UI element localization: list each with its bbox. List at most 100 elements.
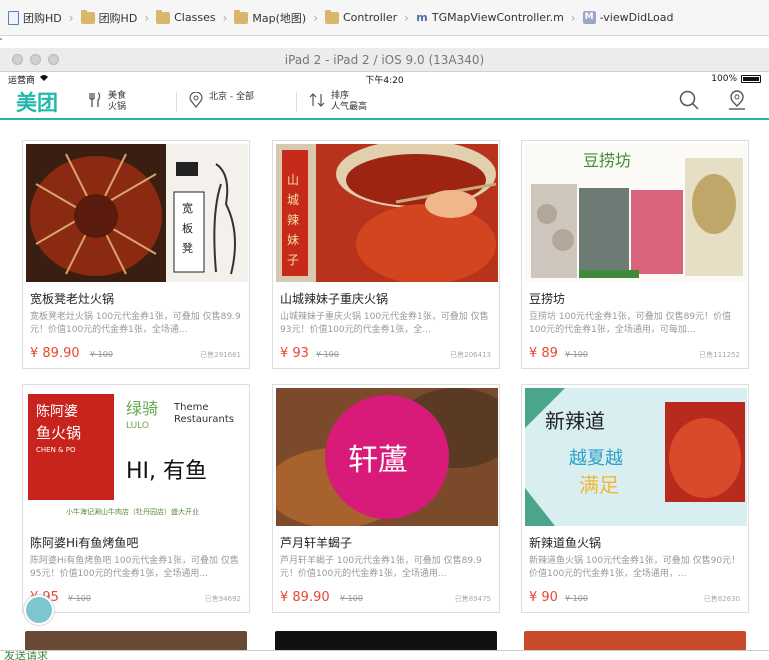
method-icon: M bbox=[582, 11, 596, 24]
svg-text:宽: 宽 bbox=[182, 201, 193, 215]
deal-image: 轩蘆 bbox=[276, 388, 498, 526]
deal-price: ¥ 89 bbox=[529, 346, 558, 361]
svg-text:子: 子 bbox=[287, 253, 299, 267]
deal-image: 陈阿婆 鱼火锅 CHEN & PO 绿骑 LULO Theme Restaura… bbox=[26, 388, 248, 526]
deal-card[interactable]: 豆捞坊 豆捞坊 豆捞坊 100元代金券1张，可叠加 仅售89元！价值100元的代… bbox=[521, 140, 749, 369]
deal-card[interactable]: 山 城 辣 妹 子 山城辣妹子重庆火锅 山城辣妹子重庆火锅 100元代金券1张，… bbox=[272, 140, 500, 369]
chevron-right-icon: › bbox=[144, 10, 150, 25]
deal-card-peek[interactable] bbox=[524, 631, 746, 651]
folder-icon bbox=[156, 9, 171, 24]
debug-console-line: 发送请求 bbox=[0, 650, 769, 660]
folder-icon bbox=[80, 9, 95, 24]
divider bbox=[176, 92, 178, 112]
deal-desc: 新辣道鱼火锅 100元代金券1张，可叠加 仅售90元！价值100元的代金券1张，… bbox=[529, 556, 741, 579]
deal-card-peek[interactable] bbox=[25, 631, 247, 651]
category-line2: 火锅 bbox=[108, 102, 127, 112]
breadcrumb-item[interactable]: m TGMapViewController.m bbox=[416, 11, 564, 25]
svg-text:凳: 凳 bbox=[182, 241, 193, 255]
breadcrumb-item[interactable]: M -viewDidLoad bbox=[582, 11, 674, 24]
app-logo: 美团 bbox=[16, 91, 58, 115]
deal-image: 豆捞坊 bbox=[525, 144, 747, 282]
deal-price: ¥ 89.90 bbox=[280, 590, 330, 605]
location-pin-icon bbox=[189, 91, 203, 112]
deal-orig-price: ¥ 100 bbox=[90, 350, 113, 359]
deal-name: 宽板凳老灶火锅 bbox=[30, 292, 115, 306]
svg-text:小牛海记涮山牛肉店（牡丹园店）盛大开业: 小牛海记涮山牛肉店（牡丹园店）盛大开业 bbox=[66, 507, 199, 516]
ios-status-bar: 运营商 下午4:20 100% bbox=[0, 72, 769, 86]
svg-text:绿骑: 绿骑 bbox=[126, 399, 158, 418]
svg-text:板: 板 bbox=[182, 221, 193, 235]
sort-line2: 人气最高 bbox=[331, 102, 368, 112]
deal-sold-count: 已售94692 bbox=[204, 595, 241, 603]
deal-price: ¥ 89.90 bbox=[30, 346, 80, 361]
deal-card[interactable]: 新辣道 越夏越 满足 新辣道鱼火锅 新辣道鱼火锅 100元代金券1张，可叠加 仅… bbox=[521, 384, 749, 613]
chevron-right-icon: › bbox=[313, 10, 318, 25]
console-text: 发送请求 bbox=[4, 650, 48, 660]
breadcrumb-item[interactable]: Controller bbox=[325, 9, 397, 24]
breadcrumb-item[interactable]: Classes bbox=[156, 9, 216, 24]
breadcrumb-item[interactable]: Map(地图) bbox=[234, 9, 306, 26]
svg-text:满足: 满足 bbox=[579, 473, 619, 497]
clock-label: 下午4:20 bbox=[365, 75, 404, 86]
deal-name: 芦月轩羊蝎子 bbox=[280, 536, 353, 550]
deal-desc: 山城辣妹子重庆火锅 100元代金券1张，可叠加 仅售93元！价值100元的代金券… bbox=[280, 312, 489, 335]
utensils-icon bbox=[88, 92, 102, 112]
chevron-right-icon: › bbox=[68, 10, 74, 25]
deal-card[interactable]: 轩蘆 芦月轩羊蝎子 芦月轩羊蝎子 100元代金券1张，可叠加 仅售89.9元！价… bbox=[272, 384, 500, 613]
deal-name: 豆捞坊 bbox=[529, 292, 566, 306]
svg-text:辣: 辣 bbox=[287, 213, 299, 227]
file-icon bbox=[8, 10, 19, 25]
deal-sold-count: 已售291661 bbox=[200, 351, 241, 359]
deal-sold-count: 已售206413 bbox=[450, 351, 491, 359]
deal-card[interactable]: 宽 板 凳 宽板凳老灶火锅 宽板凳老灶火锅 100元代金券1张，可叠加 仅售89… bbox=[22, 140, 250, 369]
region-line1: 北京 - 全部 bbox=[209, 91, 254, 102]
svg-text:城: 城 bbox=[287, 193, 299, 207]
m-file-icon: m bbox=[416, 10, 428, 24]
xcode-jump-bar: 团购HD › 团购HD › Classes › Map(地图) › Contro… bbox=[0, 0, 769, 36]
svg-text:LULO: LULO bbox=[126, 421, 149, 431]
svg-text:陈阿婆: 陈阿婆 bbox=[36, 403, 78, 420]
deal-card[interactable]: 陈阿婆 鱼火锅 CHEN & PO 绿骑 LULO Theme Restaura… bbox=[22, 384, 250, 613]
svg-text:鱼火锅: 鱼火锅 bbox=[36, 424, 81, 442]
svg-text:CHEN & PO: CHEN & PO bbox=[36, 446, 76, 454]
map-pin-icon[interactable] bbox=[727, 90, 747, 114]
chevron-right-icon: › bbox=[222, 10, 228, 25]
deal-price: ¥ 90 bbox=[529, 590, 558, 605]
deal-card-peek[interactable] bbox=[275, 631, 497, 651]
svg-text:豆捞坊: 豆捞坊 bbox=[583, 151, 631, 170]
deal-image: 宽 板 凳 bbox=[26, 144, 248, 282]
deal-sold-count: 已售111252 bbox=[699, 351, 740, 359]
category-filter[interactable]: 美食 火锅 bbox=[76, 86, 126, 118]
svg-text:山: 山 bbox=[287, 173, 299, 187]
breadcrumb-item[interactable]: 团购HD bbox=[8, 10, 62, 26]
nav-bar: 美团 美食 火锅 北京 - 全部 排序 人气最高 bbox=[0, 86, 769, 120]
deal-orig-price: ¥ 100 bbox=[565, 594, 588, 603]
deal-orig-price: ¥ 100 bbox=[68, 594, 91, 603]
deal-name: 新辣道鱼火锅 bbox=[529, 536, 602, 550]
chevron-right-icon: › bbox=[404, 10, 409, 25]
deal-image: 新辣道 越夏越 满足 bbox=[525, 388, 747, 526]
deal-image: 山 城 辣 妹 子 bbox=[276, 144, 498, 282]
search-icon[interactable] bbox=[679, 90, 699, 114]
svg-text:Restaurants: Restaurants bbox=[174, 414, 234, 425]
region-filter[interactable]: 北京 - 全部 bbox=[176, 86, 254, 118]
deal-name: 山城辣妹子重庆火锅 bbox=[280, 292, 389, 306]
svg-text:Theme: Theme bbox=[173, 402, 209, 413]
svg-text:越夏越: 越夏越 bbox=[569, 448, 623, 469]
svg-text:新辣道: 新辣道 bbox=[545, 409, 605, 433]
simulator-title: iPad 2 - iPad 2 / iOS 9.0 (13A340) bbox=[284, 52, 485, 67]
chevron-right-icon: › bbox=[570, 10, 576, 25]
deal-desc: 陈阿婆Hi有鱼烤鱼吧 100元代金券1张，可叠加 仅售95元！价值100元的代金… bbox=[30, 556, 239, 579]
deal-orig-price: ¥ 100 bbox=[565, 350, 588, 359]
divider bbox=[296, 92, 297, 112]
deal-name: 陈阿婆Hi有鱼烤鱼吧 bbox=[30, 536, 139, 550]
sort-line1: 排序 bbox=[331, 91, 350, 101]
deal-orig-price: ¥ 100 bbox=[340, 594, 363, 603]
deal-desc: 豆捞坊 100元代金券1张，可叠加 仅售89元！价值100元的代金券1张，全场通… bbox=[529, 312, 732, 335]
folder-icon bbox=[325, 9, 339, 24]
svg-text:HI, 有鱼: HI, 有鱼 bbox=[126, 459, 207, 484]
sort-filter[interactable]: 排序 人气最高 bbox=[296, 86, 367, 118]
breadcrumb-item[interactable]: 团购HD bbox=[80, 9, 137, 26]
avatar[interactable] bbox=[24, 595, 54, 625]
simulator-titlebar: iPad 2 - iPad 2 / iOS 9.0 (13A340) bbox=[0, 48, 769, 72]
